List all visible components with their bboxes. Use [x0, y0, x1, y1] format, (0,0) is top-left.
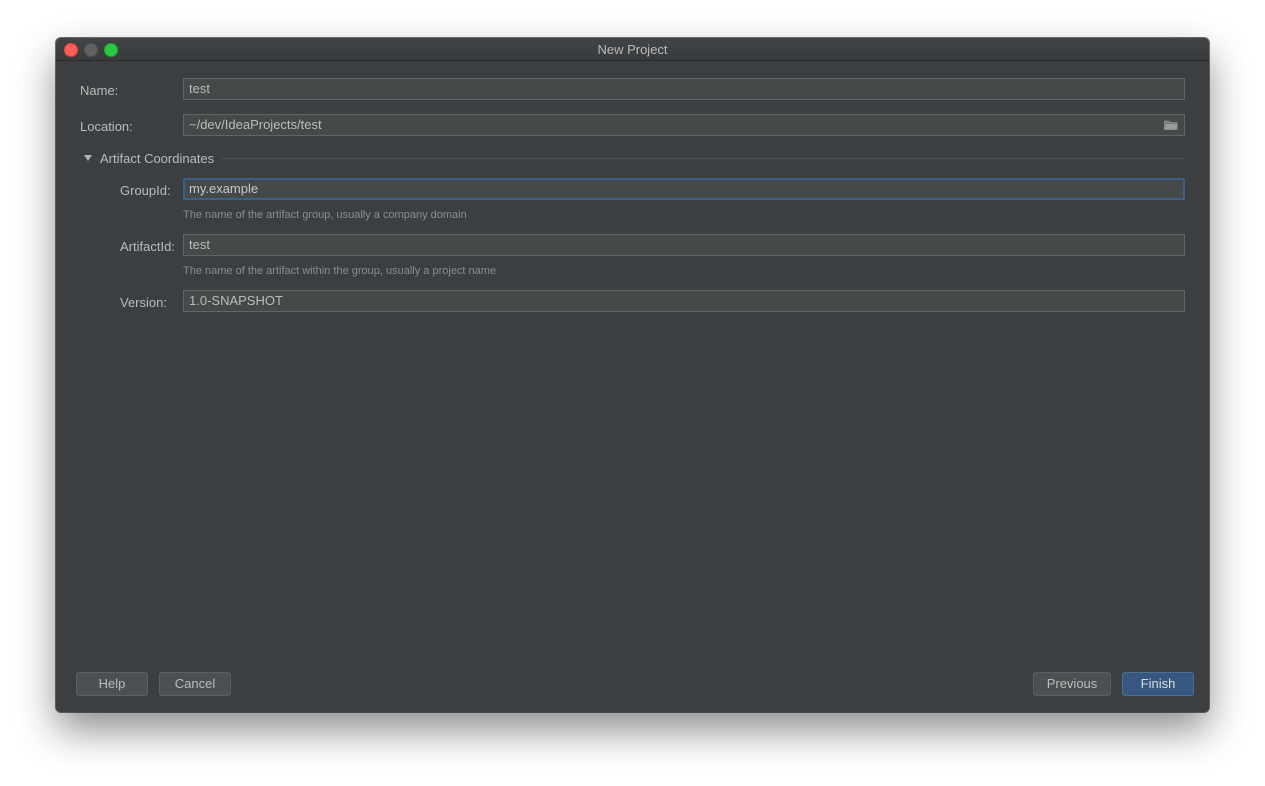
location-value: ~/dev/IdeaProjects/test: [189, 117, 322, 132]
artifact-coordinates-header[interactable]: Artifact Coordinates: [100, 151, 214, 166]
window-title: New Project: [597, 42, 668, 57]
cancel-button[interactable]: Cancel: [159, 672, 231, 696]
version-field[interactable]: 1.0-SNAPSHOT: [183, 290, 1185, 312]
section-divider: [222, 158, 1185, 159]
groupid-field[interactable]: my.example: [183, 178, 1185, 200]
name-label: Name:: [80, 83, 119, 98]
artifactid-field[interactable]: test: [183, 234, 1185, 256]
groupid-label: GroupId:: [120, 183, 171, 198]
artifactid-hint: The name of the artifact within the grou…: [183, 265, 497, 277]
artifactid-label: ArtifactId:: [120, 239, 175, 254]
groupid-hint: The name of the artifact group, usually …: [183, 209, 467, 221]
triangle-down-icon[interactable]: [84, 155, 92, 161]
location-label: Location:: [80, 119, 133, 134]
finish-button[interactable]: Finish: [1122, 672, 1194, 696]
version-label: Version:: [120, 295, 167, 310]
folder-icon[interactable]: [1164, 120, 1178, 130]
previous-button[interactable]: Previous: [1033, 672, 1111, 696]
help-button[interactable]: Help: [76, 672, 148, 696]
location-field[interactable]: ~/dev/IdeaProjects/test: [183, 114, 1185, 136]
title-bar[interactable]: New Project: [56, 38, 1209, 61]
new-project-dialog: New Project Name: test Location: ~/dev/I…: [56, 38, 1209, 712]
name-field[interactable]: test: [183, 78, 1185, 100]
